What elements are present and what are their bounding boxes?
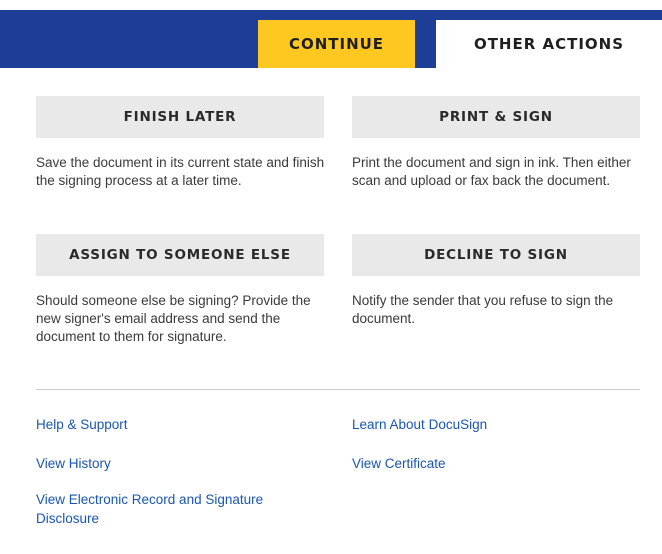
learn-about-link[interactable]: Learn About DocuSign xyxy=(352,415,487,434)
continue-tab[interactable]: CONTINUE xyxy=(258,20,415,68)
finish-later-button[interactable]: FINISH LATER xyxy=(36,96,324,138)
assign-description: Should someone else be signing? Provide … xyxy=(36,293,311,344)
decline-description: Notify the sender that you refuse to sig… xyxy=(352,293,614,326)
section-divider xyxy=(36,389,640,390)
print-sign-description: Print the document and sign in ink. Then… xyxy=(352,155,631,188)
other-actions-panel: FINISH LATER Save the document in its cu… xyxy=(0,68,662,554)
decline-button[interactable]: DECLINE TO SIGN xyxy=(352,234,640,276)
view-disclosure-link[interactable]: View Electronic Record and Signature Dis… xyxy=(36,490,326,528)
view-history-link[interactable]: View History xyxy=(36,454,111,473)
print-sign-button[interactable]: PRINT & SIGN xyxy=(352,96,640,138)
other-actions-tab[interactable]: OTHER ACTIONS xyxy=(436,20,662,68)
assign-button[interactable]: ASSIGN TO SOMEONE ELSE xyxy=(36,234,324,276)
finish-later-description: Save the document in its current state a… xyxy=(36,155,325,188)
help-support-link[interactable]: Help & Support xyxy=(36,415,128,434)
view-certificate-link[interactable]: View Certificate xyxy=(352,454,446,473)
